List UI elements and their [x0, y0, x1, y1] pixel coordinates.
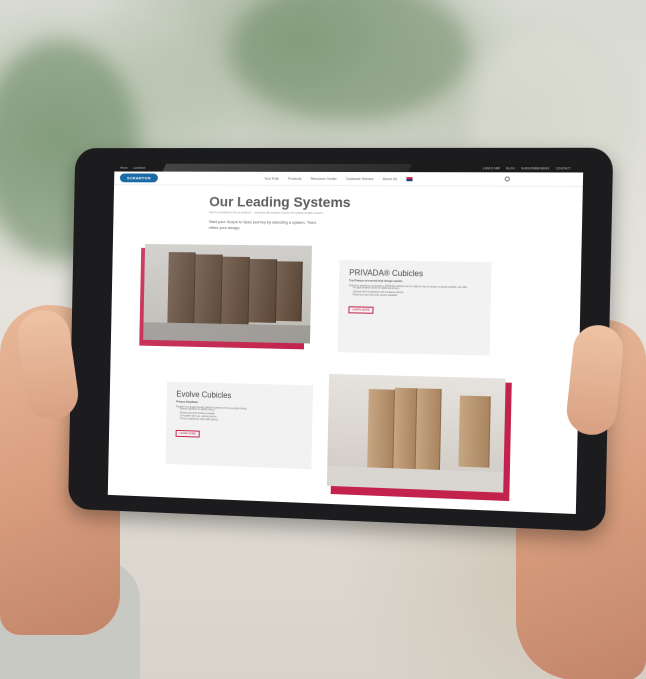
- cubicle-door: [276, 261, 303, 321]
- privada-card: PRIVADA® Cubicles Top Privacy on a wood-…: [338, 260, 492, 356]
- topbar-link[interactable]: 1.800.5.SBP: [483, 166, 500, 170]
- cubicle-door: [249, 259, 278, 323]
- cubicle-door: [367, 389, 395, 470]
- main-nav: Your Role Products Resource Center Custo…: [264, 176, 406, 180]
- nav-item[interactable]: About Us: [383, 177, 398, 181]
- topbar-link[interactable]: CONTACT: [556, 166, 571, 170]
- topbar-link[interactable]: About: [120, 166, 128, 170]
- page-intro: Start your Scope to Spec journey by sele…: [209, 219, 327, 232]
- nav-item[interactable]: Resource Center: [310, 176, 336, 180]
- nav-item[interactable]: Products: [288, 176, 302, 180]
- nav-item[interactable]: Customer Service: [346, 177, 374, 181]
- background-foliage: [230, 0, 470, 120]
- topbar-link[interactable]: SUBSCRIBE/NEWS: [521, 166, 549, 170]
- photo-scene: About Locations 1.800.5.SBP BLOG SUBSCRI…: [0, 0, 646, 679]
- learn-more-button[interactable]: LEARN MORE: [176, 430, 200, 438]
- topbar-link[interactable]: BLOG: [506, 166, 515, 170]
- us-flag-icon[interactable]: [406, 177, 412, 181]
- floor: [143, 322, 310, 343]
- site-logo[interactable]: SCRANTON: [120, 173, 158, 182]
- site-navbar: SCRANTON Your Role Products Resource Cen…: [114, 171, 583, 186]
- topbar-link[interactable]: Locations: [133, 166, 145, 170]
- cubicle-door: [221, 257, 250, 325]
- page-title: Our Leading Systems: [209, 193, 351, 210]
- card-tag: Top Privacy on a wood-look design system: [349, 279, 481, 284]
- evolve-photo[interactable]: [327, 374, 506, 493]
- card-bullet: Wood-look and solid color options availa…: [353, 294, 481, 299]
- card-title: PRIVADA® Cubicles: [349, 268, 481, 279]
- page-subtitle: Start to manufacture the top partitions …: [209, 211, 350, 215]
- privada-photo[interactable]: [143, 244, 312, 344]
- tablet: About Locations 1.800.5.SBP BLOG SUBSCRI…: [68, 148, 613, 532]
- evolve-card: Evolve Cubicles Privacy Simplified Durab…: [165, 382, 313, 470]
- cubicle-door: [393, 388, 417, 471]
- nav-item[interactable]: Your Role: [264, 176, 279, 180]
- cubicle-door: [416, 388, 442, 472]
- cubicle-door: [167, 252, 195, 327]
- cubicle-door: [458, 396, 490, 468]
- search-icon[interactable]: [504, 176, 509, 181]
- cubicle-door: [194, 254, 222, 325]
- tablet-screen: About Locations 1.800.5.SBP BLOG SUBSCRI…: [108, 164, 584, 514]
- learn-more-button[interactable]: LEARN MORE: [348, 306, 373, 313]
- page-heading: Our Leading Systems Start to manufacture…: [209, 193, 351, 232]
